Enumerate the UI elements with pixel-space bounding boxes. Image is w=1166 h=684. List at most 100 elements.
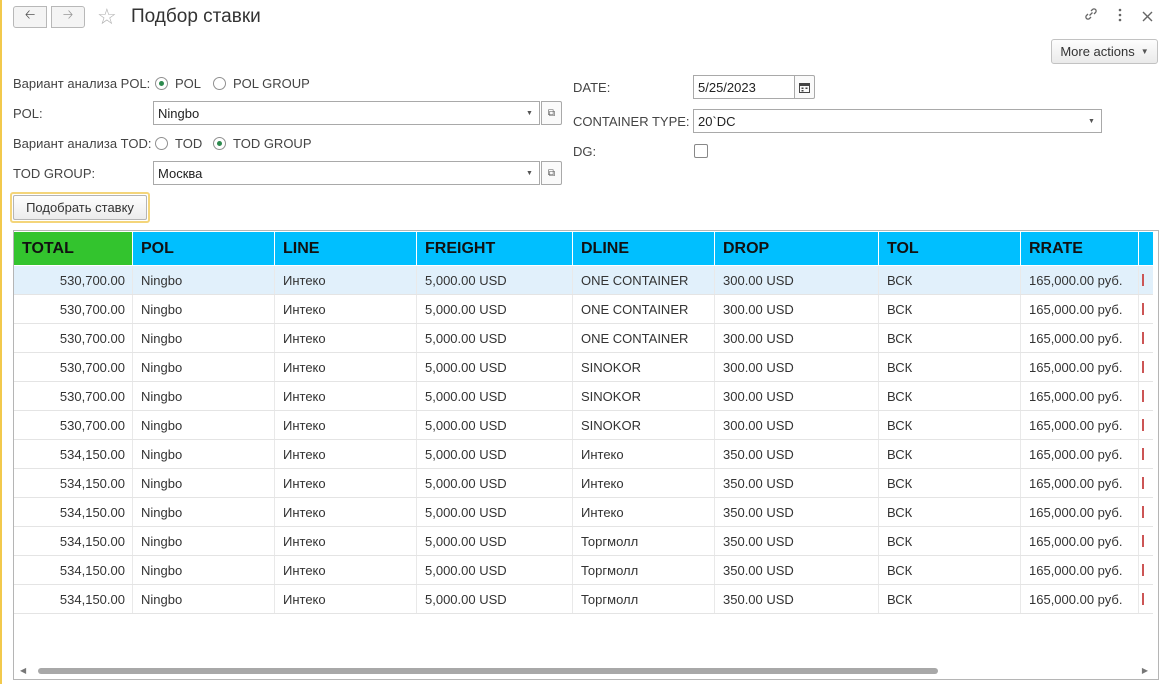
cell-pol: Ningbo	[133, 411, 275, 439]
cell-tol: ВСК	[879, 440, 1021, 468]
pol-input[interactable]: Ningbo	[153, 101, 521, 125]
radio-tod-group[interactable]	[213, 137, 226, 150]
tod-group-open-button[interactable]: ⧉	[541, 161, 562, 185]
table-row[interactable]: 534,150.00 Ningbo Интеко 5,000.00 USD Торгмо…	[14, 527, 1153, 556]
column-header-dline[interactable]: DLINE	[573, 232, 714, 265]
column-header-line[interactable]: LINE	[275, 232, 416, 265]
scroll-left-icon[interactable]: ◀	[20, 665, 26, 677]
link-icon[interactable]	[1083, 6, 1099, 27]
cell-dline: Торгмолл	[573, 585, 715, 613]
table-row[interactable]: 534,150.00 Ningbo Интеко 5,000.00 USD Интеко…	[14, 440, 1153, 469]
cell-drop: 300.00 USD	[715, 324, 879, 352]
table-row[interactable]: 534,150.00 Ningbo Интеко 5,000.00 USD Торгмо…	[14, 585, 1153, 614]
cell-total: 530,700.00	[14, 295, 133, 323]
table-row[interactable]: 530,700.00 Ningbo Интеко 5,000.00 USD SINOKO…	[14, 382, 1153, 411]
arrow-left-icon: 🡠	[24, 7, 36, 22]
radio-tod[interactable]	[155, 137, 168, 150]
tod-group-input[interactable]: Москва	[153, 161, 521, 185]
cell-total: 534,150.00	[14, 440, 133, 468]
cell-freight: 5,000.00 USD	[417, 556, 573, 584]
table-row[interactable]: 530,700.00 Ningbo Интеко 5,000.00 USD ONE CO…	[14, 266, 1153, 295]
close-icon[interactable]	[1142, 9, 1153, 27]
cell-total: 530,700.00	[14, 324, 133, 352]
pol-open-button[interactable]: ⧉	[541, 101, 562, 125]
column-header-total[interactable]: TOTAL	[14, 232, 132, 265]
chevron-down-icon: ▼	[526, 109, 533, 117]
radio-pol-group-label[interactable]: POL GROUP	[233, 76, 310, 91]
cell-drop: 350.00 USD	[715, 585, 879, 613]
container-type-dropdown-button[interactable]: ▼	[1082, 109, 1102, 133]
cell-rrate: 165,000.00 руб.	[1021, 411, 1139, 439]
horizontal-scrollbar[interactable]: ◀ ▶	[14, 665, 1158, 677]
kebab-icon[interactable]	[1117, 8, 1123, 27]
pick-rate-button[interactable]: Подобрать ставку	[10, 192, 150, 223]
container-type-input[interactable]: 20`DC	[693, 109, 1083, 133]
cell-total: 530,700.00	[14, 411, 133, 439]
pol-dropdown-button[interactable]: ▼	[520, 101, 540, 125]
star-icon[interactable]: ☆	[97, 4, 117, 30]
dg-checkbox[interactable]	[694, 144, 708, 158]
more-actions-label: More actions	[1060, 44, 1135, 59]
cell-drop: 300.00 USD	[715, 266, 879, 294]
cell-freight: 5,000.00 USD	[417, 469, 573, 497]
table-row[interactable]: 530,700.00 Ningbo Интеко 5,000.00 USD ONE CO…	[14, 295, 1153, 324]
more-actions-button[interactable]: More actions ▼	[1051, 39, 1158, 64]
cell-dline: Торгмолл	[573, 556, 715, 584]
cell-rrate: 165,000.00 руб.	[1021, 353, 1139, 381]
cell-freight: 5,000.00 USD	[417, 324, 573, 352]
cell-overflow	[1139, 324, 1153, 352]
radio-pol-group[interactable]	[213, 77, 226, 90]
cell-freight: 5,000.00 USD	[417, 382, 573, 410]
radio-pol-label[interactable]: POL	[175, 76, 201, 91]
page-title: Подбор ставки	[131, 6, 261, 27]
radio-tod-label[interactable]: TOD	[175, 136, 202, 151]
cell-total: 530,700.00	[14, 353, 133, 381]
cell-dline: ONE CONTAINER	[573, 324, 715, 352]
cell-rrate: 165,000.00 руб.	[1021, 382, 1139, 410]
table-row[interactable]: 534,150.00 Ningbo Интеко 5,000.00 USD Торгмо…	[14, 556, 1153, 585]
cell-dline: Интеко	[573, 440, 715, 468]
overflow-marker	[1142, 448, 1144, 460]
date-input[interactable]: 5/25/2023	[693, 75, 795, 99]
table-row[interactable]: 530,700.00 Ningbo Интеко 5,000.00 USD ONE CO…	[14, 324, 1153, 353]
tod-group-dropdown-button[interactable]: ▼	[520, 161, 540, 185]
tod-group-label: TOD GROUP:	[13, 166, 96, 181]
scrollbar-thumb[interactable]	[38, 668, 938, 674]
back-button[interactable]: 🡠	[13, 6, 47, 28]
cell-pol: Ningbo	[133, 353, 275, 381]
calendar-button[interactable]	[794, 75, 815, 99]
cell-freight: 5,000.00 USD	[417, 527, 573, 555]
cell-dline: Торгмолл	[573, 527, 715, 555]
radio-tod-group-label[interactable]: TOD GROUP	[233, 136, 312, 151]
table-row[interactable]: 530,700.00 Ningbo Интеко 5,000.00 USD SINOKO…	[14, 353, 1153, 382]
column-header-overflow[interactable]	[1139, 232, 1153, 265]
cell-drop: 350.00 USD	[715, 498, 879, 526]
cell-tol: ВСК	[879, 382, 1021, 410]
container-type-label: CONTAINER TYPE:	[573, 114, 690, 129]
cell-rrate: 165,000.00 руб.	[1021, 324, 1139, 352]
cell-total: 530,700.00	[14, 266, 133, 294]
chevron-down-icon: ▼	[1088, 117, 1095, 125]
cell-freight: 5,000.00 USD	[417, 440, 573, 468]
column-header-pol[interactable]: POL	[133, 232, 274, 265]
overflow-marker	[1142, 593, 1144, 605]
cell-drop: 300.00 USD	[715, 411, 879, 439]
column-header-drop[interactable]: DROP	[715, 232, 878, 265]
open-icon: ⧉	[547, 167, 556, 179]
cell-dline: ONE CONTAINER	[573, 266, 715, 294]
radio-pol[interactable]	[155, 77, 168, 90]
table-row[interactable]: 534,150.00 Ningbo Интеко 5,000.00 USD Интеко…	[14, 469, 1153, 498]
rates-table[interactable]: TOTAL POL LINE FREIGHT DLINE DROP TOL RRATE 530…	[13, 230, 1159, 680]
table-row[interactable]: 534,150.00 Ningbo Интеко 5,000.00 USD Интеко…	[14, 498, 1153, 527]
cell-rrate: 165,000.00 руб.	[1021, 295, 1139, 323]
scroll-right-icon[interactable]: ▶	[1142, 665, 1148, 677]
cell-line: Интеко	[275, 324, 417, 352]
cell-overflow	[1139, 295, 1153, 323]
forward-button[interactable]: 🡢	[51, 6, 85, 28]
table-row[interactable]: 530,700.00 Ningbo Интеко 5,000.00 USD SINOKO…	[14, 411, 1153, 440]
column-header-tol[interactable]: TOL	[879, 232, 1020, 265]
overflow-marker	[1142, 564, 1144, 576]
column-header-rrate[interactable]: RRATE	[1021, 232, 1138, 265]
cell-overflow	[1139, 440, 1153, 468]
column-header-freight[interactable]: FREIGHT	[417, 232, 572, 265]
